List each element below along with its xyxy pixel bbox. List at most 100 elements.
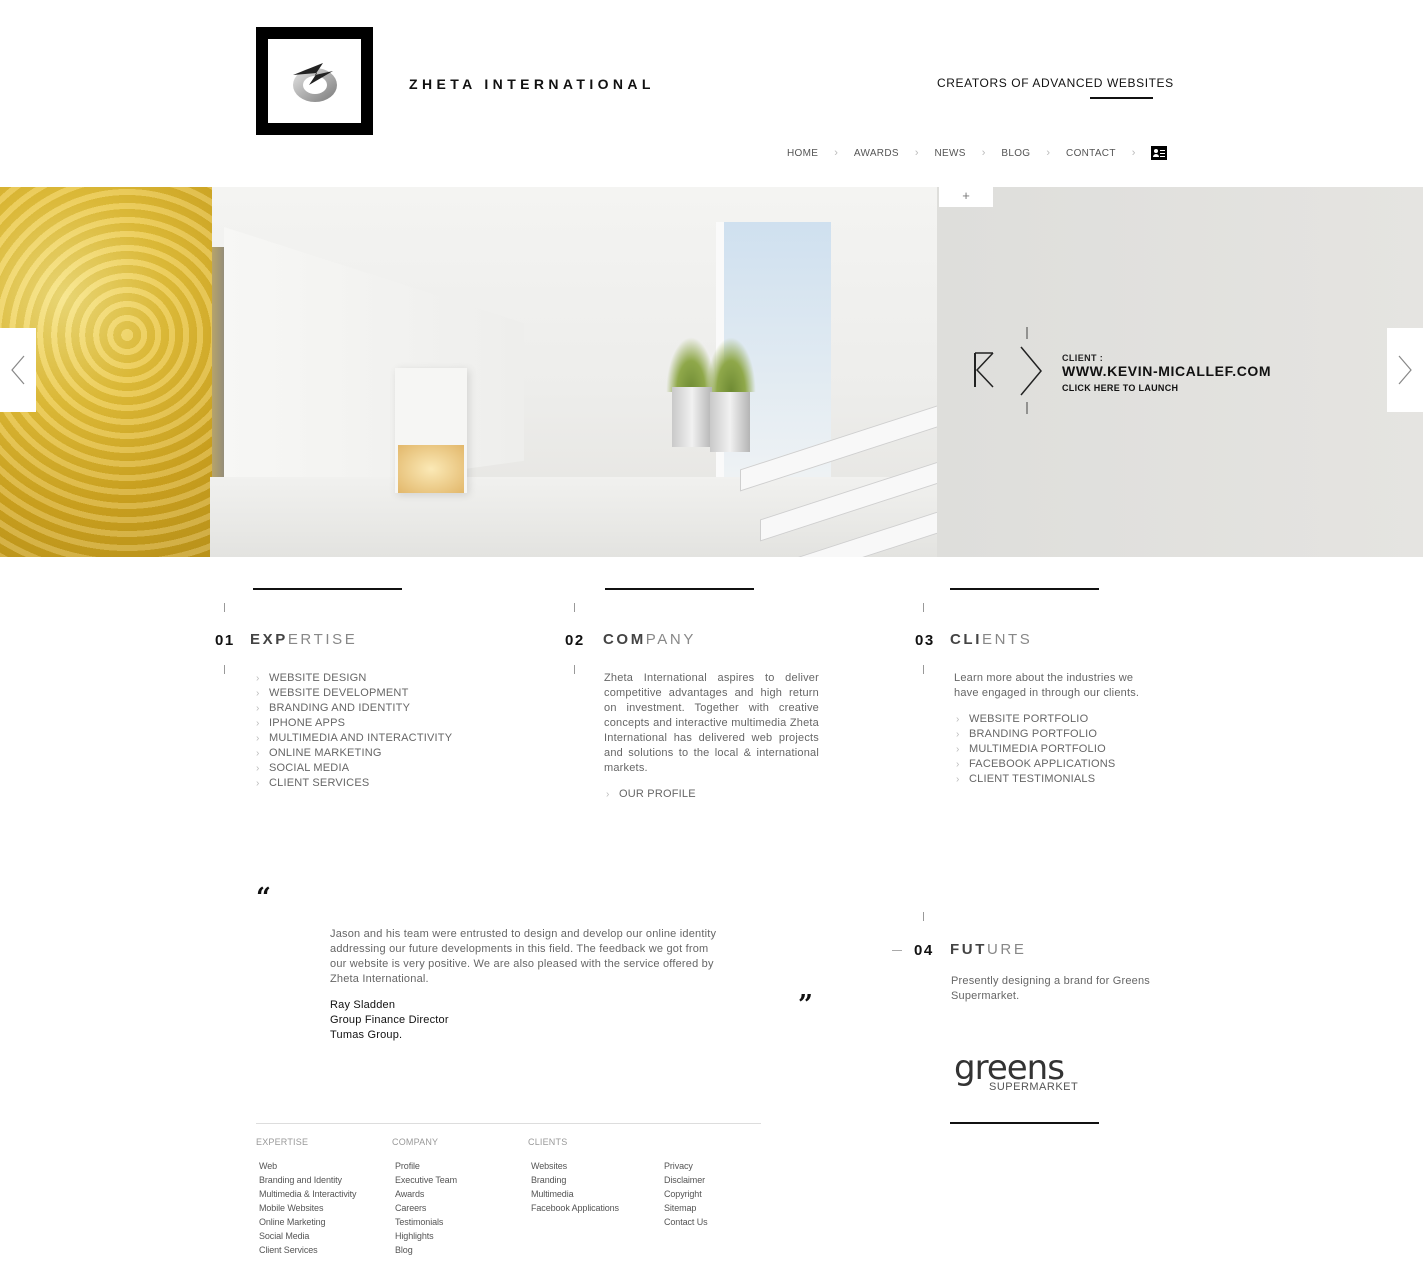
tagline: CREATORS OF ADVANCED WEBSITES — [937, 76, 1174, 90]
testimonial-author: Ray Sladden — [330, 999, 396, 1011]
company-links: › OUR PROFILE — [606, 787, 696, 802]
nav-separator-icon: › — [914, 147, 919, 159]
clients-intro: Learn more about the industries we have … — [954, 672, 1140, 699]
company-description: Zheta International aspires to deliver c… — [604, 672, 819, 774]
footer-link[interactable]: Executive Team — [395, 1173, 457, 1187]
chevron-right-icon: › — [256, 763, 260, 774]
footer-link[interactable]: Mobile Websites — [259, 1201, 356, 1215]
footer-heading-clients: CLIENTS — [528, 1137, 568, 1147]
client-url-link[interactable]: WWW.KEVIN-MICALLEF.COM — [1062, 363, 1271, 379]
list-item[interactable]: › WEBSITE DESIGN — [256, 671, 452, 686]
planter — [710, 392, 750, 452]
slider-prev-button[interactable] — [0, 328, 36, 412]
footer-link[interactable]: Contact Us — [664, 1215, 708, 1229]
list-item[interactable]: › BRANDING AND IDENTITY — [256, 701, 452, 716]
list-item[interactable]: › ONLINE MARKETING — [256, 746, 452, 761]
footer-expertise-links: Web Branding and Identity Multimedia & I… — [259, 1159, 357, 1257]
footer-clients-links: Websites Branding Multimedia Facebook Ap… — [531, 1159, 619, 1215]
slider-next-button[interactable] — [1387, 328, 1423, 412]
chevron-right-icon: › — [956, 774, 960, 785]
footer-link[interactable]: Multimedia & Interactivity — [259, 1187, 357, 1201]
nav-news[interactable]: NEWS — [935, 148, 966, 159]
chevron-left-icon — [11, 355, 25, 385]
section-title-company: COMPANY — [603, 631, 696, 648]
footer-link[interactable]: Social Media — [259, 1229, 356, 1243]
footer-link[interactable]: Branding — [531, 1173, 619, 1187]
footer-link[interactable]: Privacy — [664, 1159, 708, 1173]
footer-link[interactable]: Facebook Applications — [531, 1201, 619, 1215]
greens-supermarket-logo[interactable]: greens SUPERMARKET — [954, 1050, 1084, 1100]
tick-mark — [923, 912, 924, 921]
client-kevin-micallef-logo-icon — [974, 327, 1042, 414]
contact-card-icon[interactable] — [1151, 146, 1168, 160]
chevron-right-icon: › — [256, 748, 260, 759]
list-item[interactable]: › SOCIAL MEDIA — [256, 761, 452, 776]
list-item[interactable]: › MULTIMEDIA PORTFOLIO — [956, 742, 1115, 757]
planter — [672, 387, 712, 447]
footer-link[interactable]: Websites — [531, 1159, 619, 1173]
footer-link[interactable]: Disclaimer — [664, 1173, 708, 1187]
footer-link[interactable]: Blog — [395, 1243, 457, 1257]
clients-list: › WEBSITE PORTFOLIO › BRANDING PORTFOLIO ›… — [956, 712, 1115, 787]
list-item[interactable]: › CLIENT TESTIMONIALS — [956, 772, 1115, 787]
testimonial-company: Tumas Group. — [330, 1029, 403, 1041]
footer-company-links: Profile Executive Team Awards Careers Te… — [395, 1159, 457, 1257]
nav-home[interactable]: HOME — [787, 148, 818, 159]
launch-client-link[interactable]: CLICK HERE TO LAUNCH — [1062, 383, 1178, 393]
footer-link[interactable]: Branding and Identity — [259, 1173, 356, 1187]
footer-heading-company: COMPANY — [392, 1137, 439, 1147]
testimonial-text: Jason and his team were entrusted to des… — [330, 928, 717, 985]
client-label: CLIENT : — [1062, 353, 1104, 363]
site-logo[interactable] — [256, 27, 373, 135]
brand-name: ZHETA INTERNATIONAL — [409, 76, 655, 92]
footer-link[interactable]: Copyright — [664, 1187, 708, 1201]
list-item[interactable]: › FACEBOOK APPLICATIONS — [956, 757, 1115, 772]
hero-slider: + CLIENT : WWW.KEVIN-MICALLEF.COM CLICK … — [0, 187, 1423, 557]
tick-mark — [923, 603, 924, 612]
hero-photo[interactable] — [0, 187, 937, 557]
footer-link[interactable]: Web — [259, 1159, 356, 1173]
tick-mark — [574, 603, 575, 612]
footer-link[interactable]: Careers — [395, 1201, 457, 1215]
section-title-clients: CLIENTS — [950, 631, 1033, 648]
tick-mark — [224, 665, 225, 674]
chevron-right-icon: › — [256, 688, 260, 699]
footer-link[interactable]: Sitemap — [664, 1201, 708, 1215]
nav-contact[interactable]: CONTACT — [1066, 148, 1116, 159]
footer-link[interactable]: Multimedia — [531, 1187, 619, 1201]
testimonial-role: Group Finance Director — [330, 1014, 449, 1026]
list-item[interactable]: › MULTIMEDIA AND INTERACTIVITY — [256, 731, 452, 746]
our-profile-link[interactable]: › OUR PROFILE — [606, 787, 696, 802]
footer-link[interactable]: Testimonials — [395, 1215, 457, 1229]
list-item[interactable]: › WEBSITE DEVELOPMENT — [256, 686, 452, 701]
section-number: 02 — [565, 632, 585, 649]
section-number: 03 — [915, 632, 935, 649]
list-item[interactable]: › CLIENT SERVICES — [256, 776, 452, 791]
section-bar — [253, 588, 402, 590]
footer-link[interactable]: Profile — [395, 1159, 457, 1173]
footer-divider — [256, 1123, 761, 1124]
list-item[interactable]: › IPHONE APPS — [256, 716, 452, 731]
chevron-right-icon: › — [956, 759, 960, 770]
list-item[interactable]: › BRANDING PORTFOLIO — [956, 727, 1115, 742]
footer-link[interactable]: Awards — [395, 1187, 457, 1201]
nav-awards[interactable]: AWARDS — [854, 148, 899, 159]
chevron-right-icon: › — [956, 714, 960, 725]
footer-link[interactable]: Client Services — [259, 1243, 356, 1257]
tick-mark — [574, 665, 575, 674]
greens-logo-sub: SUPERMARKET — [989, 1081, 1079, 1093]
list-item[interactable]: › WEBSITE PORTFOLIO — [956, 712, 1115, 727]
section-title-future: FUTURE — [950, 941, 1027, 958]
future-description: Presently designing a brand for Greens S… — [951, 975, 1150, 1002]
footer-link[interactable]: Online Marketing — [259, 1215, 356, 1229]
panel-toggle-button[interactable]: + — [939, 187, 993, 207]
footer-link[interactable]: Highlights — [395, 1229, 457, 1243]
section-number: 04 — [914, 942, 934, 959]
nav-blog[interactable]: BLOG — [1001, 148, 1030, 159]
tick-mark — [923, 665, 924, 674]
nav-separator-icon: › — [834, 147, 838, 159]
main-nav: HOME › AWARDS › NEWS › BLOG › CONTACT › — [787, 146, 1168, 160]
chevron-right-icon: › — [256, 673, 260, 684]
wall-edge — [212, 247, 226, 507]
section-bar — [605, 588, 754, 590]
